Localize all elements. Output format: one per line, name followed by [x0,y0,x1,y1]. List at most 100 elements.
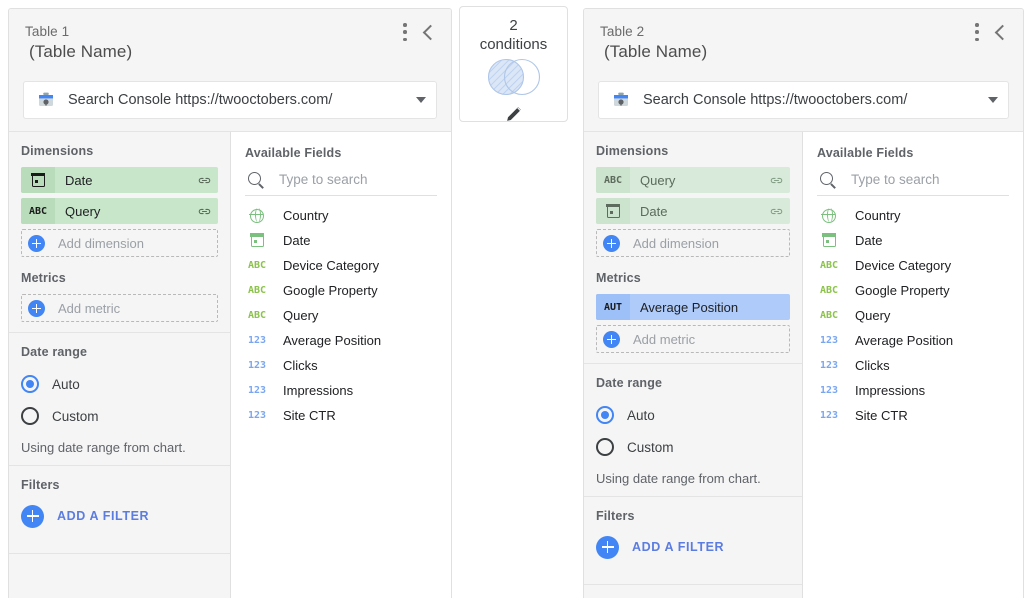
table-2-datasource-select[interactable]: Search Console https://twooctobers.com/ [598,81,1009,119]
field-item-site-ctr[interactable]: 123 Site CTR [817,403,1009,428]
geo-icon [817,207,841,223]
field-item-date[interactable]: Date [245,228,437,253]
chevron-left-icon[interactable] [421,23,437,41]
filters-heading: Filters [596,509,635,523]
add-metric-label: Add metric [58,300,121,316]
join-conditions-card[interactable]: 2 conditions [459,6,568,122]
dimension-chip-label: Date [640,203,668,219]
chevron-left-icon[interactable] [993,23,1009,41]
metrics-heading: Metrics [596,271,641,285]
table-1-config-column: Dimensions Date ABC Query Add dimension … [9,131,231,598]
field-item-google-property[interactable]: ABC Google Property [817,278,1009,303]
add-dimension-label: Add dimension [633,235,719,251]
add-filter-button[interactable]: ADD A FILTER [21,501,218,531]
date-range-option-label: Custom [627,439,674,455]
field-item-average-position[interactable]: 123 Average Position [245,328,437,353]
table-2-body: Dimensions ABC Query Date Add dimension … [584,131,1023,598]
table-2-filters-section: Filters ADD A FILTER [584,496,802,584]
search-console-icon [611,90,631,110]
field-item-average-position[interactable]: 123 Average Position [817,328,1009,353]
table-1-header-actions [403,23,437,41]
field-item-label: Site CTR [855,408,908,423]
panel-gap-right [575,0,583,598]
more-vert-icon[interactable] [975,23,979,41]
pencil-icon[interactable] [503,103,525,130]
dimension-chip-date[interactable]: Date [21,167,218,193]
field-item-label: Average Position [283,333,382,348]
date-range-option-custom[interactable]: Custom [596,431,790,463]
table-1-filters-section: Filters ADD A FILTER [9,465,230,553]
field-item-clicks[interactable]: 123 Clicks [245,353,437,378]
date-range-option-custom[interactable]: Custom [21,400,218,432]
search-input[interactable] [265,172,451,187]
plus-icon [28,299,45,317]
date-range-option-auto[interactable]: Auto [21,368,218,400]
number-type-icon: 123 [819,385,839,396]
table-2-datasource-label: Search Console https://twooctobers.com/ [643,92,908,108]
field-item-date[interactable]: Date [817,228,1009,253]
venn-left-join-icon [483,57,545,102]
table-2-header-actions [975,23,1009,41]
field-item-label: Google Property [283,283,378,298]
add-dimension-label: Add dimension [58,235,144,251]
date-range-option-auto[interactable]: Auto [596,399,790,431]
dimension-chip-query[interactable]: ABC Query [21,198,218,224]
link-icon [762,204,790,219]
date-range-note: Using date range from chart. [596,471,761,486]
number-type-icon: 123 [819,410,839,421]
table-2-header: Table 2 (Table Name) Search Console http [584,9,1023,131]
radio-icon [21,407,39,425]
search-input[interactable] [837,172,1023,187]
more-vert-icon[interactable] [403,23,407,41]
table-1-header: Table 1 (Table Name) Search Console http [9,9,451,131]
table-1-datasource-select[interactable]: Search Console https://twooctobers.com/ [23,81,437,119]
field-item-device-category[interactable]: ABC Device Category [817,253,1009,278]
link-icon [190,173,218,188]
plus-icon [603,234,620,252]
add-dimension-button[interactable]: Add dimension [21,229,218,257]
add-metric-button[interactable]: Add metric [596,325,790,353]
join-configuration-screen: Table 1 (Table Name) Search Console http [0,0,1024,598]
table-1-date-range-section: Date range Auto Custom Using date range … [9,332,230,465]
available-fields-heading: Available Fields [245,146,342,160]
field-item-label: Site CTR [283,408,336,423]
table-2-config-column: Dimensions ABC Query Date Add dimension … [584,131,803,598]
field-item-label: Country [855,208,901,223]
add-metric-label: Add metric [633,331,696,347]
table-1-dimensions-section: Dimensions Date ABC Query Add dimension … [9,132,230,332]
field-item-device-category[interactable]: ABC Device Category [245,253,437,278]
calendar-icon [817,233,841,247]
plus-icon [596,535,619,559]
plus-icon [21,504,44,528]
field-item-country[interactable]: Country [245,203,437,228]
add-filter-button[interactable]: ADD A FILTER [596,532,790,562]
table-1-panel: Table 1 (Table Name) Search Console http [8,8,452,598]
field-item-clicks[interactable]: 123 Clicks [817,353,1009,378]
available-fields-search[interactable] [245,164,451,196]
add-metric-button[interactable]: Add metric [21,294,218,322]
field-item-impressions[interactable]: 123 Impressions [817,378,1009,403]
metric-chip-average-position[interactable]: AUT Average Position [596,294,790,320]
text-type-icon: ABC [596,167,630,193]
geo-icon [245,207,269,223]
date-range-heading: Date range [21,345,88,359]
available-fields-list: Country Date ABC Device Category ABC Goo… [245,203,437,428]
field-item-label: Google Property [855,283,950,298]
field-item-site-ctr[interactable]: 123 Site CTR [245,403,437,428]
add-dimension-button[interactable]: Add dimension [596,229,790,257]
field-item-query[interactable]: ABC Query [245,303,437,328]
dimension-chip-label: Query [640,172,676,188]
field-item-impressions[interactable]: 123 Impressions [245,378,437,403]
field-item-google-property[interactable]: ABC Google Property [245,278,437,303]
text-type-icon: ABC [247,310,267,321]
dimension-chip-label: Date [65,172,93,188]
add-filter-label: ADD A FILTER [57,509,150,523]
field-item-query[interactable]: ABC Query [817,303,1009,328]
dimension-chip-date[interactable]: Date [596,198,790,224]
available-fields-search[interactable] [817,164,1023,196]
text-type-icon: ABC [819,310,839,321]
dimension-chip-query[interactable]: ABC Query [596,167,790,193]
text-type-icon: ABC [819,285,839,296]
dimensions-heading: Dimensions [596,144,669,158]
field-item-country[interactable]: Country [817,203,1009,228]
